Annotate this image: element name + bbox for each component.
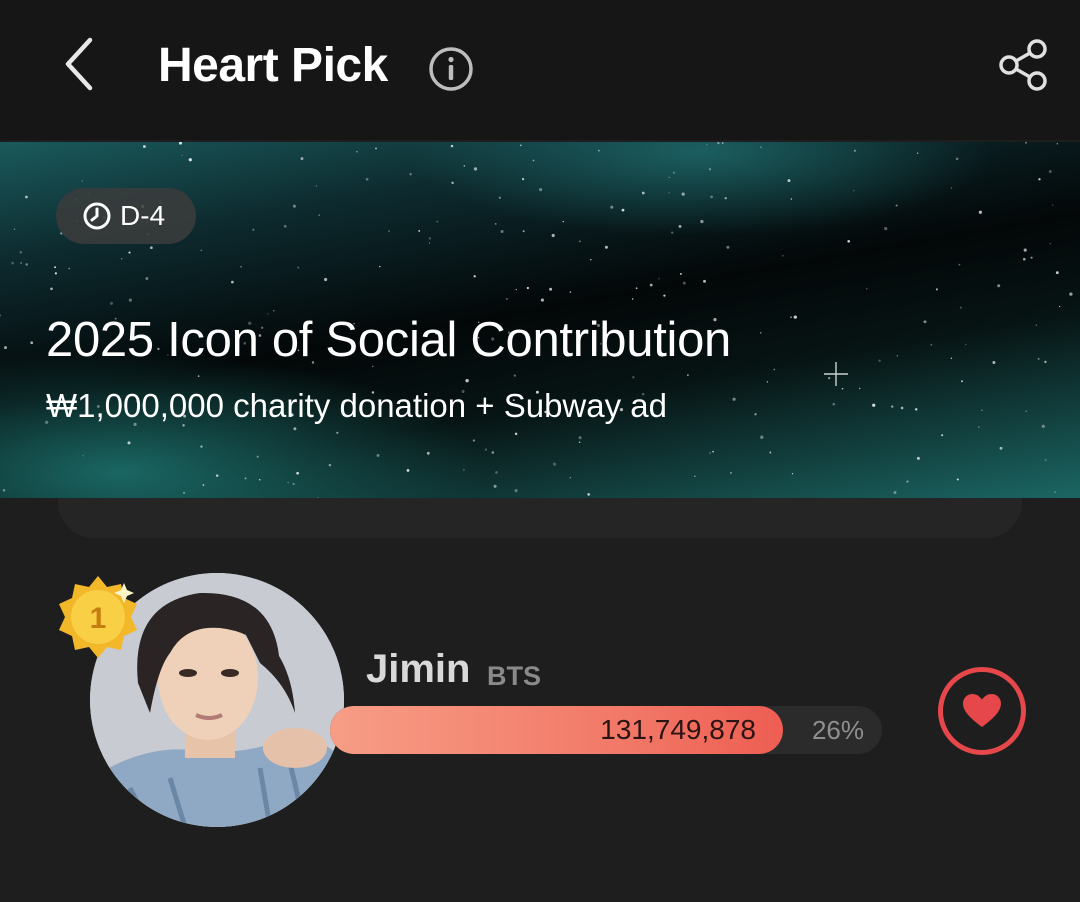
artist-name: Jimin: [366, 647, 471, 691]
back-button[interactable]: [50, 32, 110, 96]
dday-badge: D-4: [56, 188, 196, 244]
share-button[interactable]: [990, 34, 1056, 96]
page-title: Heart Pick: [158, 39, 388, 92]
artist-group: BTS: [487, 661, 541, 691]
vote-progress-bar: 131,749,878 26%: [330, 706, 882, 754]
vote-percent: 26%: [811, 715, 864, 745]
heart-pick-screen: Heart Pick D-4 2025 Icon of Social Contr…: [0, 0, 1080, 902]
dday-label: D-4: [120, 200, 166, 231]
event-title: 2025 Icon of Social Contribution: [46, 313, 732, 367]
rank-medal-icon: 1: [59, 576, 137, 658]
ranking-row[interactable]: 1 Jimin BTS 131,749,878 26%: [0, 560, 1080, 850]
event-reward: ₩1,000,000 charity donation + Subway ad: [46, 387, 667, 424]
info-icon: [429, 47, 473, 91]
share-icon: [999, 39, 1047, 91]
banner-shelf: [58, 498, 1022, 538]
vote-heart-button[interactable]: [938, 667, 1026, 755]
rank-number: 1: [90, 602, 107, 635]
app-header: Heart Pick: [0, 0, 1080, 140]
clock-icon: [83, 202, 111, 230]
heart-icon: [963, 694, 1001, 727]
vote-count: 131,749,878: [600, 714, 756, 745]
event-banner[interactable]: D-4 2025 Icon of Social Contribution ₩1,…: [0, 142, 1080, 498]
info-button[interactable]: [428, 46, 474, 92]
chevron-left-icon: [65, 37, 93, 91]
